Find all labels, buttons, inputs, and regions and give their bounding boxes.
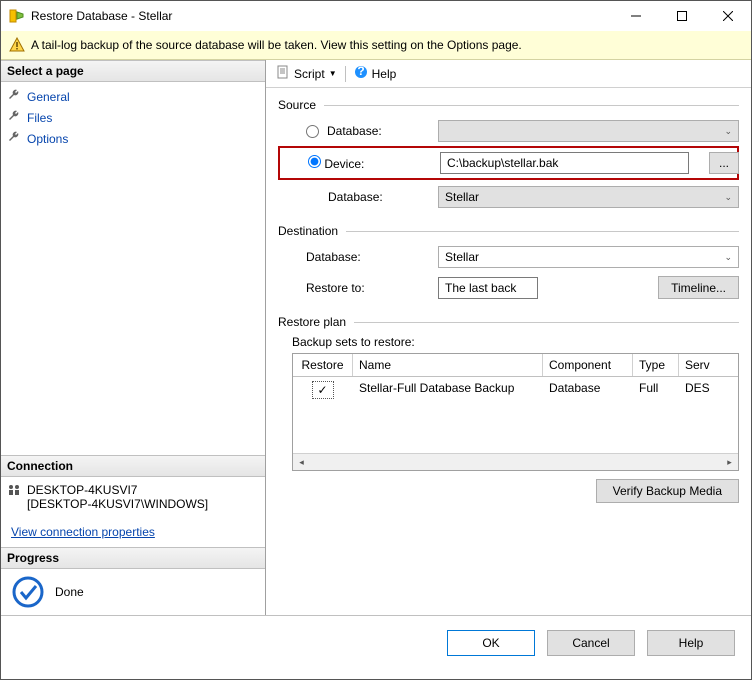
source-database-select[interactable]: ⌄: [438, 120, 739, 142]
chevron-down-icon: ⌄: [724, 192, 732, 203]
row-name: Stellar-Full Database Backup: [353, 377, 543, 403]
chevron-down-icon: ⌄: [724, 252, 732, 263]
source-db-below-label: Database:: [278, 190, 438, 204]
wrench-icon: [7, 88, 21, 105]
restore-checkbox[interactable]: ✓: [312, 381, 334, 399]
warning-icon: [9, 37, 25, 53]
device-highlight: Device: C:\backup\stellar.bak: [278, 146, 739, 180]
col-component[interactable]: Component: [543, 354, 633, 376]
script-label: Script: [294, 67, 325, 81]
help-button[interactable]: ? Help: [350, 63, 401, 84]
scroll-left-icon[interactable]: ◂: [293, 457, 310, 468]
server-icon: [7, 483, 21, 511]
server-name: DESKTOP-4KUSVI7: [27, 483, 208, 497]
verify-backup-button[interactable]: Verify Backup Media: [596, 479, 739, 503]
source-database-label: Database:: [327, 124, 382, 138]
source-database-radio-input[interactable]: [306, 125, 319, 138]
window-title: Restore Database - Stellar: [31, 9, 172, 23]
col-server[interactable]: Serv: [679, 354, 719, 376]
dest-database-label: Database:: [278, 250, 438, 264]
col-type[interactable]: Type: [633, 354, 679, 376]
script-icon: [276, 65, 290, 82]
connection-header: Connection: [1, 455, 265, 477]
wrench-icon: [7, 130, 21, 147]
row-type: Full: [633, 377, 679, 403]
minimize-button[interactable]: [613, 1, 659, 31]
grid-header: Restore Name Component Type Serv: [293, 354, 738, 377]
help-icon: ?: [354, 65, 368, 82]
source-db-below-select[interactable]: Stellar⌄: [438, 186, 739, 208]
browse-device-button[interactable]: ...: [709, 152, 739, 174]
cancel-button[interactable]: Cancel: [547, 630, 635, 656]
page-options[interactable]: Options: [7, 128, 259, 149]
row-server: DES: [679, 377, 719, 403]
wrench-icon: [7, 109, 21, 126]
progress-header: Progress: [1, 547, 265, 569]
table-row[interactable]: ✓ Stellar-Full Database Backup Database …: [293, 377, 738, 403]
ok-button[interactable]: OK: [447, 630, 535, 656]
timeline-button[interactable]: Timeline...: [658, 276, 739, 299]
warning-text: A tail-log backup of the source database…: [31, 38, 522, 52]
titlebar: Restore Database - Stellar: [1, 1, 751, 31]
restore-to-input[interactable]: The last back: [438, 277, 538, 299]
svg-text:?: ?: [357, 65, 364, 78]
script-button[interactable]: Script ▼: [272, 63, 341, 84]
col-restore[interactable]: Restore: [293, 354, 353, 376]
page-general[interactable]: General: [7, 86, 259, 107]
scroll-right-icon[interactable]: ▸: [721, 457, 738, 468]
toolbar: Script ▼ ? Help: [266, 60, 751, 88]
backup-sets-grid: Restore Name Component Type Serv ✓ Stell…: [292, 353, 739, 471]
col-name[interactable]: Name: [353, 354, 543, 376]
chevron-down-icon: ⌄: [724, 126, 732, 137]
view-connection-link[interactable]: View connection properties: [11, 525, 155, 539]
server-detail: [DESKTOP-4KUSVI7\WINDOWS]: [27, 497, 208, 511]
page-files[interactable]: Files: [7, 107, 259, 128]
page-label: Files: [27, 111, 52, 125]
select-page-header: Select a page: [1, 60, 265, 82]
progress-status: Done: [55, 585, 84, 599]
grid-scrollbar[interactable]: ◂ ▸: [293, 453, 738, 470]
dest-database-select[interactable]: Stellar⌄: [438, 246, 739, 268]
help-label: Help: [372, 67, 397, 81]
app-icon: [9, 8, 25, 24]
source-database-radio[interactable]: Database:: [278, 124, 438, 138]
warning-bar: A tail-log backup of the source database…: [1, 31, 751, 60]
destination-header: Destination: [278, 224, 338, 238]
page-label: General: [27, 90, 70, 104]
close-button[interactable]: [705, 1, 751, 31]
maximize-button[interactable]: [659, 1, 705, 31]
restore-plan-header: Restore plan: [278, 315, 346, 329]
row-component: Database: [543, 377, 633, 403]
connection-info: DESKTOP-4KUSVI7 [DESKTOP-4KUSVI7\WINDOWS…: [1, 477, 265, 517]
page-label: Options: [27, 132, 68, 146]
device-path-input[interactable]: C:\backup\stellar.bak: [440, 152, 689, 174]
source-device-label: Device:: [324, 157, 364, 171]
restore-to-label: Restore to:: [278, 281, 438, 295]
source-device-radio[interactable]: Device:: [286, 155, 440, 171]
source-device-radio-input[interactable]: [308, 155, 321, 168]
help-dialog-button[interactable]: Help: [647, 630, 735, 656]
dialog-buttons: OK Cancel Help: [1, 615, 751, 670]
done-check-icon: [11, 575, 45, 609]
progress-status-row: Done: [1, 569, 265, 615]
source-header: Source: [278, 98, 316, 112]
backup-sets-label: Backup sets to restore:: [278, 329, 739, 349]
dropdown-arrow-icon: ▼: [329, 69, 337, 78]
left-pane: Select a page General Files Options Conn…: [1, 60, 266, 615]
